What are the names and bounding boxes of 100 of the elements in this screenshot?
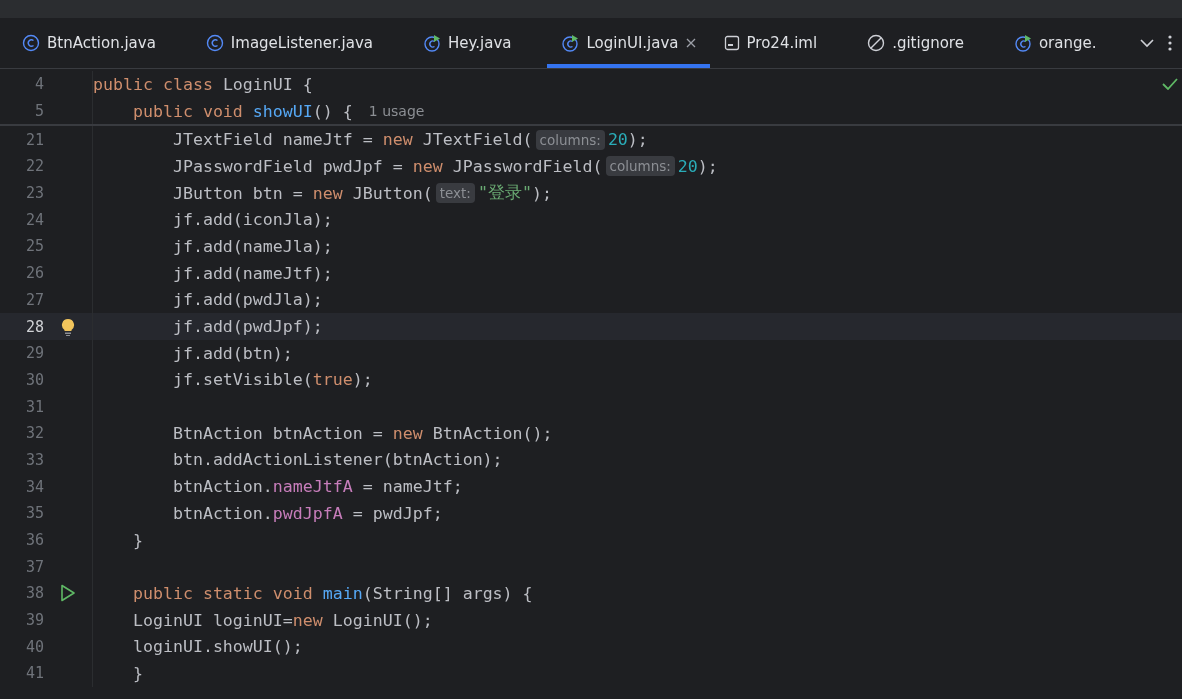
- code-token: JPasswordField pwdJpf =: [171, 156, 404, 176]
- code-token: () {: [312, 101, 353, 121]
- code-token: = nameJtf;: [361, 477, 463, 497]
- code-token: JTextField(: [422, 130, 533, 150]
- class-icon: [205, 34, 224, 52]
- line-number: 24: [24, 210, 44, 229]
- tab-label: orange.: [1038, 34, 1097, 52]
- code-token: main: [322, 583, 363, 603]
- line-number: 38: [24, 584, 44, 603]
- runnable-class-icon: [1013, 34, 1032, 52]
- tab-label: ImageListener.java: [230, 34, 373, 52]
- code-token: jf.add(pwdJla);: [171, 290, 323, 310]
- code-token: );: [697, 156, 718, 176]
- file-icon: [723, 35, 740, 51]
- code-token: }: [131, 530, 143, 550]
- code-token: );: [531, 183, 552, 203]
- line-number: 30: [24, 370, 44, 389]
- line-number: 28: [24, 317, 44, 336]
- code-token: new: [292, 610, 324, 630]
- line-number: 37: [24, 557, 44, 576]
- code-token: JButton(: [352, 183, 433, 203]
- line-number: 41: [24, 664, 44, 683]
- line-number: 36: [24, 531, 44, 550]
- code-token: );: [627, 130, 648, 150]
- tab-label: LoginUI.java: [586, 34, 679, 52]
- code-token: 20: [607, 130, 628, 150]
- editor-tab[interactable]: orange.: [999, 18, 1111, 68]
- code-token: new: [382, 130, 414, 150]
- code-token: loginUI.showUI();: [131, 637, 303, 657]
- line-number: 31: [24, 397, 44, 416]
- runnable-class-icon: [423, 34, 441, 52]
- chevron-down-icon[interactable]: [1140, 38, 1154, 48]
- code-token: BtnAction();: [432, 423, 553, 443]
- runnable-class-icon: [561, 34, 580, 52]
- usage-hint[interactable]: 1 usage: [368, 103, 425, 120]
- editor-tab[interactable]: ImageListener.java: [191, 18, 387, 68]
- editor-tab[interactable]: Hey.java: [409, 18, 526, 68]
- code-token: true: [312, 370, 353, 390]
- lightbulb-icon[interactable]: [61, 317, 75, 336]
- line-number: 39: [24, 611, 44, 630]
- code-token: LoginUI loginUI=: [131, 610, 293, 630]
- tab-label: .gitignore: [892, 34, 964, 52]
- code-token: 20: [677, 156, 698, 176]
- parameter-hint: columns:: [605, 156, 675, 177]
- line-number: 34: [24, 477, 44, 496]
- line-number: 25: [24, 237, 44, 256]
- code-token: jf.add(btn);: [171, 343, 293, 363]
- code-token: (String[] args) {: [362, 583, 533, 603]
- code-token: JButton btn =: [171, 183, 304, 203]
- close-icon[interactable]: [685, 38, 696, 48]
- code-token: JPasswordField(: [452, 156, 603, 176]
- code-token: );: [352, 370, 373, 390]
- line-number: 40: [24, 637, 44, 656]
- editor-tab[interactable]: LoginUI.java: [547, 18, 710, 68]
- parameter-hint: text:: [435, 183, 475, 204]
- editor-tab[interactable]: BtnAction.java: [8, 18, 170, 68]
- line-number: 29: [24, 344, 44, 363]
- line-number: 4: [33, 75, 44, 94]
- class-icon: [22, 34, 40, 52]
- line-number: 33: [24, 450, 44, 469]
- line-number: 23: [24, 184, 44, 203]
- code-token: }: [131, 663, 143, 683]
- code-token: jf.add(nameJtf);: [171, 263, 333, 283]
- code-token: BtnAction btnAction =: [171, 423, 384, 443]
- code-token: public class: [93, 74, 214, 94]
- parameter-hint: columns:: [535, 129, 605, 150]
- code-token: jf.setVisible(: [171, 370, 313, 390]
- tab-label: BtnAction.java: [47, 34, 156, 52]
- code-token: jf.add(iconJla);: [171, 210, 333, 230]
- run-icon[interactable]: [60, 584, 76, 603]
- line-number: 21: [24, 130, 44, 149]
- code-token: btnAction.: [171, 503, 273, 523]
- code-token: btnAction.: [171, 477, 273, 497]
- code-token: "登录": [477, 182, 532, 205]
- code-token: jf.add(nameJla);: [171, 236, 333, 256]
- code-token: = pwdJpf;: [351, 503, 443, 523]
- code-token: new: [312, 183, 344, 203]
- code-token: public void: [131, 101, 244, 121]
- code-token: new: [392, 423, 424, 443]
- code-token: btn.addActionListener(btnAction);: [171, 450, 503, 470]
- line-number: 35: [24, 504, 44, 523]
- line-number: 22: [24, 157, 44, 176]
- more-icon[interactable]: [1168, 35, 1172, 51]
- line-number: 5: [33, 102, 44, 121]
- code-token: pwdJpfA: [272, 503, 343, 523]
- line-number: 32: [24, 424, 44, 443]
- line-number: 26: [24, 264, 44, 283]
- editor-tab[interactable]: .gitignore: [853, 18, 978, 68]
- code-token: JTextField nameJtf =: [171, 130, 374, 150]
- code-token: jf.add(pwdJpf);: [171, 317, 323, 337]
- code-token: showUI: [252, 101, 313, 121]
- tab-label: Hey.java: [448, 34, 512, 52]
- code-token: nameJtfA: [272, 477, 353, 497]
- editor-tab[interactable]: Pro24.iml: [709, 18, 832, 68]
- prohibited-icon: [867, 34, 886, 52]
- tab-label: Pro24.iml: [746, 34, 818, 52]
- checkmark-icon: [1162, 78, 1178, 91]
- code-token: LoginUI {: [222, 74, 313, 94]
- code-token: new: [412, 156, 444, 176]
- code-token: LoginUI();: [332, 610, 433, 630]
